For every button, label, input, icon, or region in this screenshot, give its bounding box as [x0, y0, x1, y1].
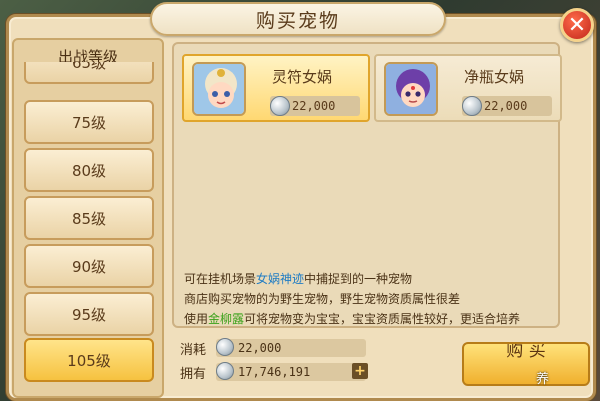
cost-label: 消耗 [180, 343, 207, 358]
level-item-label: 95级 [71, 305, 107, 324]
level-item-75[interactable]: 75级 [24, 100, 154, 144]
level-item-65[interactable]: 65级 [24, 62, 154, 84]
owned-row: 拥有 17,746,191 + [176, 362, 368, 382]
level-item-label: 75级 [71, 113, 107, 132]
description-text: 使用 [184, 312, 209, 326]
owned-label: 拥有 [180, 367, 207, 382]
pet-portrait [192, 62, 246, 116]
plus-icon: + [354, 363, 366, 379]
level-item-label: 105级 [67, 351, 111, 370]
silver-coin-icon [216, 362, 234, 380]
level-item-clip: 65级 [24, 62, 154, 84]
pet-card-jingping-nuwa[interactable]: 净瓶女娲 22,000 [374, 54, 562, 122]
buy-button-label: 购 买 [506, 342, 546, 361]
pet-detail-panel: 灵符女娲 22,000 净瓶女娲 22,000 可在挂机场景女娲神迹中捕捉到的一… [172, 42, 562, 328]
cost-value: 22,000 [238, 341, 282, 355]
close-button[interactable]: ✕ [560, 8, 594, 42]
level-item-label: 85级 [71, 209, 107, 228]
cost-value-bar: 22,000 [216, 339, 366, 357]
level-item-90[interactable]: 90级 [24, 244, 154, 288]
silver-coin-icon [462, 96, 482, 116]
level-list-panel: 出战等级 65级 75级 80级 85级 90级 95级 105级 [12, 38, 164, 398]
dialog-title-plate: 购买宠物 [150, 2, 446, 36]
level-item-label: 90级 [71, 257, 107, 276]
owned-value: 17,746,191 [238, 365, 311, 379]
watermark-text: 养 [536, 372, 550, 387]
level-item-85[interactable]: 85级 [24, 196, 154, 240]
silver-coin-icon [270, 96, 290, 116]
dialog-title: 购买宠物 [255, 9, 340, 32]
owned-value-bar: 17,746,191 [216, 363, 366, 381]
pet-description-line-1: 可在挂机场景女娲神迹中捕捉到的一种宠物 [184, 270, 554, 287]
pet-price-value: 22,000 [484, 99, 528, 113]
level-item-label: 80级 [71, 161, 107, 180]
level-item-105[interactable]: 105级 [24, 338, 154, 382]
close-icon: ✕ [567, 12, 587, 38]
pet-description-line-2: 商店购买宠物的为野生宠物，野生宠物资质属性很差 [184, 292, 461, 306]
location-link[interactable]: 女娲神迹 [256, 272, 304, 286]
pet-card-lingfu-nuwa[interactable]: 灵符女娲 22,000 [182, 54, 370, 122]
pet-name: 净瓶女娲 [464, 68, 525, 86]
description-text: 中捕捉到的一种宠物 [304, 272, 413, 286]
level-item-95[interactable]: 95级 [24, 292, 154, 336]
description-text: 可在挂机场景 [184, 272, 257, 286]
level-item-label: 65级 [71, 62, 107, 72]
item-link[interactable]: 金柳露 [208, 312, 244, 326]
level-item-80[interactable]: 80级 [24, 148, 154, 192]
buy-button[interactable]: 购 买 [462, 342, 590, 386]
pet-portrait [384, 62, 438, 116]
description-text: 可将宠物变为宝宝，宝宝资质属性较好，更适合培养 [244, 312, 521, 326]
pet-price-value: 22,000 [292, 99, 336, 113]
cost-row: 消耗 22,000 [176, 338, 368, 358]
pet-name: 灵符女娲 [272, 68, 333, 86]
pet-description-line-3: 使用金柳露可将宠物变为宝宝，宝宝资质属性较好，更适合培养 [184, 310, 554, 327]
silver-coin-icon [216, 338, 234, 356]
add-currency-button[interactable]: + [352, 363, 368, 379]
